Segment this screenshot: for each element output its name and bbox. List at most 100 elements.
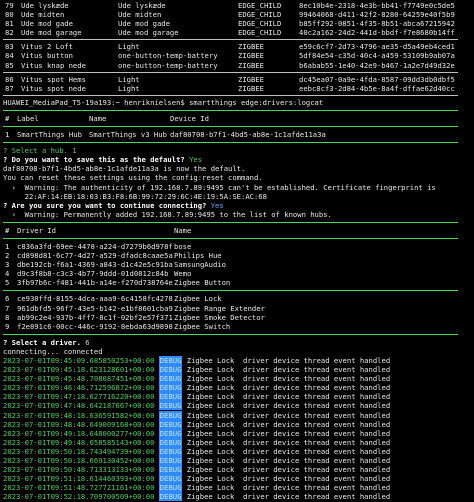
device-row: 83 Vitus 2 Loft Light ZIGBEE e59c6cf7-2d73-4… (3, 42, 474, 51)
log-timestamp: 2023-07-01T09:47:48.642187667+00:00 (3, 401, 155, 411)
driver-num: 4 (5, 269, 10, 279)
table-divider (3, 71, 458, 73)
device-num: 84 (5, 51, 14, 61)
device-id: 99464068-d411-42f2-8280-64259e40f5b9 (299, 10, 455, 20)
log-message: Zigbee Lock driver device thread event h… (186, 446, 391, 456)
device-type: ZIGBEE (238, 74, 264, 84)
log-entry: 2023-07-01T09:50:18.669130452+00:00 DEBU… (3, 456, 474, 466)
driver-id: 3fb97b6c-f481-441b-a14e-f270d738764e (17, 278, 173, 288)
log-level-badge: DEBUG (158, 474, 183, 484)
log-timestamp: 2023-07-01T09:47:18.627716220+00:00 (3, 392, 155, 402)
log-level-badge: DEBUG (158, 465, 183, 475)
device-name: Ude midten (21, 10, 65, 20)
hub-table-header: # Label Name Device Id (3, 114, 474, 123)
device-label: Light (118, 42, 140, 52)
device-row: 87 Vitus spot nede Light ZIGBEE eebc8cf3-2d8… (3, 84, 474, 93)
log-message: Zigbee Lock driver device thread event h… (186, 492, 391, 502)
log-timestamp: 2023-07-01T09:50:18.669130452+00:00 (3, 456, 155, 466)
log-entry: 2023-07-01T09:48:48.649009168+00:00 DEBU… (3, 419, 474, 429)
log-entry: 2023-07-01T09:45:09.685850253+00:00 DEBU… (3, 356, 474, 365)
log-output: 2023-07-01T09:45:09.685850253+00:00 DEBU… (3, 356, 474, 502)
log-message: Zigbee Lock driver device thread event h… (186, 456, 391, 466)
device-id: b6abab55-1e40-42e9-b467-1a2e7d49d32e (299, 60, 455, 70)
device-row: 82 Ude mod garage Ude mod garage EDGE_CHILD… (3, 28, 474, 37)
log-level-badge: DEBUG (158, 456, 183, 466)
log-entry: 2023-07-01T09:51:18.614460393+00:00 DEBU… (3, 474, 474, 484)
hub-col-num: # (5, 113, 10, 123)
driver-id: d9c3f8b8-c3c3-4b77-9ddd-01d0812c84b (17, 269, 169, 279)
continue-answer: Yes (210, 200, 224, 210)
table-divider (3, 39, 458, 41)
hub-table-row: 1 SmartThings Hub SmartThings v3 Hub daf… (3, 130, 474, 139)
drivers-col-num: # (5, 225, 10, 235)
device-num: 81 (5, 19, 14, 29)
save-default-answer: Yes (189, 155, 203, 165)
device-label: Ude mod garage (118, 28, 179, 38)
log-level-badge: DEBUG (158, 437, 183, 447)
driver-num: 8 (5, 312, 10, 322)
log-timestamp: 2023-07-01T09:49:18.648000277+00:00 (3, 428, 155, 438)
device-id: dc45ea07-0a9e-4fda-8587-09dd3db0dbf5 (299, 74, 455, 84)
log-level-badge: DEBUG (158, 383, 183, 393)
log-message: Zigbee Lock driver device thread event h… (186, 356, 391, 365)
driver-id: f2e891c6-00cc-446c-9192-8ebda63d9898 (17, 321, 173, 331)
hub-table-bottom-rule (3, 142, 458, 144)
device-id: 8ec10b4e-2318-4e3b-bb41-f7749e0c5de5 (299, 1, 455, 10)
log-timestamp: 2023-07-01T09:51:18.614460393+00:00 (3, 474, 155, 484)
driver-num: 2 (5, 251, 10, 261)
driver-name: bose (174, 241, 192, 251)
device-name: Vitus spot nede (21, 83, 86, 93)
select-driver-prompt: ? Select a driver. (3, 337, 81, 347)
device-row: 81 Ude mod gade Ude mod gade EDGE_CHILD b85f… (3, 19, 474, 28)
hub-row-num: 1 (5, 130, 10, 140)
drivers-table-header: # Driver Id Name (3, 226, 474, 235)
log-timestamp: 2023-07-01T09:45:18.623128601+00:00 (3, 365, 155, 375)
device-num: 85 (5, 60, 14, 70)
log-level-badge: DEBUG (158, 365, 183, 375)
device-name: Vitus spot Hems (21, 74, 86, 84)
driver-row: 7 961dbfd5-96f7-43e5-b142-e1bf8601cba9 Zig… (3, 304, 474, 313)
drivers-table-bottom-rule (3, 333, 458, 335)
log-entry: 2023-07-01T09:46:48.712596872+00:00 DEBU… (3, 383, 474, 393)
table-divider (3, 94, 458, 96)
log-timestamp: 2023-07-01T09:45:48.708087451+00:00 (3, 374, 155, 384)
device-num: 79 (5, 1, 14, 10)
log-message: Zigbee Lock driver device thread event h… (186, 465, 391, 475)
drivers-col-name: Name (174, 225, 192, 235)
device-type: ZIGBEE (238, 60, 264, 70)
driver-id: c836a3fd-69ee-4478-a224-d7279b6d978f (17, 241, 173, 251)
hub-table-top-rule (3, 109, 458, 111)
log-level-badge: DEBUG (158, 419, 183, 429)
driver-row: 9 f2e891c6-00cc-446c-9192-8ebda63d9898 Zig… (3, 322, 474, 331)
log-entry: 2023-07-01T09:50:18.743494739+00:00 DEBU… (3, 446, 474, 456)
select-driver-line: ? Select a driver. 6 (3, 338, 474, 347)
device-label: Light (118, 74, 140, 84)
driver-num: 1 (5, 241, 10, 251)
driver-num: 6 (5, 294, 10, 304)
driver-num: 7 (5, 303, 10, 313)
driver-id: ce930ffd-8155-4dca-aaa9-6c4158fc4278 (17, 294, 173, 304)
device-row: 85 Vitus knap nede one-button-temp-battery… (3, 61, 474, 70)
log-level-badge: DEBUG (158, 356, 183, 365)
log-level-badge: DEBUG (158, 401, 183, 411)
driver-name: Philips Hue (174, 251, 222, 261)
device-type: EDGE_CHILD (238, 19, 282, 29)
device-name: Ude lyskæde (21, 1, 69, 10)
device-row: 80 Ude midten Ude midten EDGE_CHILD 99464068… (3, 10, 474, 19)
terminal-window[interactable]: 79 Ude lyskæde Ude lyskæde EDGE_CHILD 8ec10b… (0, 0, 474, 502)
device-row: 86 Vitus spot Hems Light ZIGBEE dc45ea07-0a9… (3, 75, 474, 84)
log-message: Zigbee Lock driver device thread event h… (186, 474, 391, 484)
device-type: ZIGBEE (238, 42, 264, 52)
device-name: Ude mod garage (21, 28, 82, 38)
log-entry: 2023-07-01T09:52:18.709700509+00:00 DEBU… (3, 492, 474, 502)
drivers-table-group-2: 6 ce930ffd-8155-4dca-aaa9-6c4158fc4278 Zig… (3, 294, 474, 330)
hub-col-id: Device Id (170, 113, 209, 123)
driver-num: 5 (5, 278, 10, 288)
device-type: EDGE_CHILD (238, 1, 282, 10)
hub-row-name: SmartThings v3 Hub (89, 130, 167, 140)
log-message: Zigbee Lock driver device thread event h… (186, 374, 391, 384)
log-timestamp: 2023-07-01T09:48:18.636591582+00:00 (3, 410, 155, 420)
log-entry: 2023-07-01T09:47:18.627716220+00:00 DEBU… (3, 392, 474, 402)
log-level-badge: DEBUG (158, 492, 183, 502)
log-message: Zigbee Lock driver device thread event h… (186, 410, 391, 420)
